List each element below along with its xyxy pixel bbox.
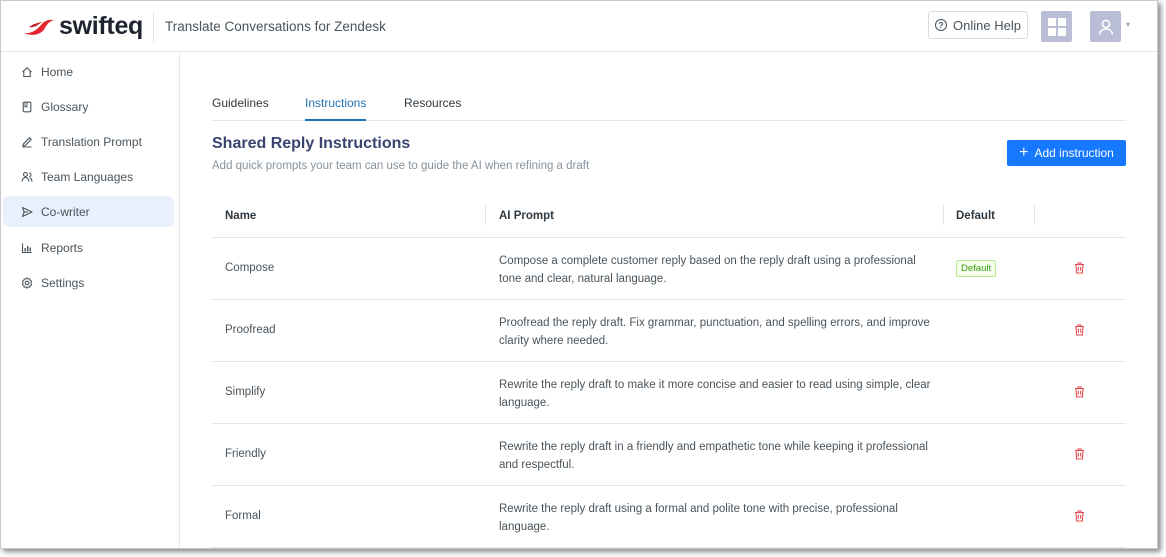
instructions-table: Name AI Prompt Default Compose Compose a… [212, 197, 1126, 548]
tab-guidelines[interactable]: Guidelines [212, 96, 269, 121]
grid-square-icon [1057, 17, 1066, 26]
sidebar-item-settings[interactable]: Settings [3, 267, 174, 298]
column-header-name: Name [225, 210, 257, 222]
trash-icon[interactable] [1074, 448, 1085, 460]
trash-icon[interactable] [1074, 262, 1085, 274]
online-help-label: Online Help [953, 17, 1021, 33]
row-prompt: Rewrite the reply draft in a friendly an… [499, 441, 928, 471]
trash-icon[interactable] [1074, 510, 1085, 522]
tab-bar: Guidelines Instructions Resources [212, 93, 1126, 121]
grid-square-icon [1047, 27, 1056, 36]
add-instruction-button[interactable]: + Add instruction [1007, 140, 1126, 166]
chevron-down-icon[interactable]: ▾ [1126, 20, 1130, 29]
bar-chart-icon [21, 242, 33, 254]
table-row[interactable]: Proofread Proofread the reply draft. Fix… [212, 300, 1126, 362]
send-icon [21, 206, 33, 218]
sidebar-item-reports[interactable]: Reports [3, 232, 174, 263]
section-title: Shared Reply Instructions [212, 135, 411, 152]
table-header: Name AI Prompt Default [212, 197, 1126, 238]
column-divider [1034, 205, 1035, 225]
home-icon [21, 66, 33, 78]
gear-icon [21, 276, 33, 289]
sidebar-item-glossary[interactable]: Glossary [3, 91, 174, 122]
table-row[interactable]: Formal Rewrite the reply draft using a f… [212, 486, 1126, 548]
sidebar-item-home[interactable]: Home [3, 56, 174, 87]
default-cell: Default [956, 260, 997, 277]
section-subtitle: Add quick prompts your team can use to g… [212, 160, 590, 172]
sidebar-item-label: Reports [41, 240, 84, 255]
tab-instructions[interactable]: Instructions [305, 96, 367, 121]
trash-icon[interactable] [1074, 324, 1085, 336]
grid-square-icon [1047, 17, 1056, 26]
trash-icon[interactable] [1074, 386, 1085, 398]
row-name: Formal [225, 510, 261, 522]
sidebar-item-label: Home [41, 64, 74, 79]
sidebar-item-co-writer[interactable]: Co-writer [3, 196, 174, 227]
add-instruction-label: Add instruction [1034, 146, 1114, 160]
user-avatar[interactable] [1090, 11, 1121, 42]
online-help-button[interactable]: ? Online Help [928, 11, 1028, 39]
plus-icon: + [1019, 144, 1029, 161]
sidebar-item-label: Glossary [41, 99, 89, 114]
sidebar-item-label: Translation Prompt [41, 134, 142, 149]
column-divider [485, 205, 486, 225]
question-circle-icon: ? [935, 19, 948, 31]
table-row[interactable]: Friendly Rewrite the reply draft in a fr… [212, 424, 1126, 486]
logo-text: swifteq [59, 12, 144, 40]
bird-logo-icon [24, 19, 54, 35]
row-name: Compose [225, 262, 275, 274]
row-prompt: Rewrite the reply draft to make it more … [499, 379, 931, 409]
tab-resources[interactable]: Resources [404, 96, 461, 121]
swifteq-logo[interactable]: swifteq [23, 12, 143, 41]
sidebar-item-team-languages[interactable]: Team Languages [3, 161, 174, 192]
sidebar-item-translation-prompt[interactable]: Translation Prompt [3, 126, 174, 157]
grid-square-icon [1057, 27, 1066, 36]
pen-icon [21, 136, 33, 148]
table-row[interactable]: Compose Compose a complete customer repl… [212, 238, 1126, 300]
default-badge: Default [956, 260, 997, 277]
row-name: Friendly [225, 448, 266, 460]
row-prompt: Compose a complete customer reply based … [499, 255, 916, 285]
top-header: swifteq Translate Conversations for Zend… [1, 1, 1157, 52]
app-title: Translate Conversations for Zendesk [165, 19, 386, 34]
sidebar-item-label: Co-writer [41, 204, 90, 219]
sidebar-item-label: Team Languages [41, 169, 134, 184]
row-name: Proofread [225, 324, 276, 336]
row-prompt: Proofread the reply draft. Fix grammar, … [499, 317, 930, 347]
column-header-ai-prompt: AI Prompt [499, 210, 554, 222]
user-icon [1098, 19, 1113, 35]
team-icon [21, 171, 33, 183]
column-divider [943, 205, 944, 225]
sidebar-item-label: Settings [41, 275, 85, 290]
book-icon [21, 101, 33, 113]
row-name: Simplify [225, 386, 266, 398]
apps-grid-button[interactable] [1041, 11, 1072, 42]
sidebar: Home Glossary Translation Prompt Team La… [1, 53, 180, 548]
row-prompt: Rewrite the reply draft using a formal a… [499, 503, 898, 533]
column-header-default: Default [956, 210, 995, 222]
header-divider [153, 11, 154, 42]
table-row[interactable]: Simplify Rewrite the reply draft to make… [212, 362, 1126, 424]
app-window: swifteq Translate Conversations for Zend… [0, 0, 1158, 549]
